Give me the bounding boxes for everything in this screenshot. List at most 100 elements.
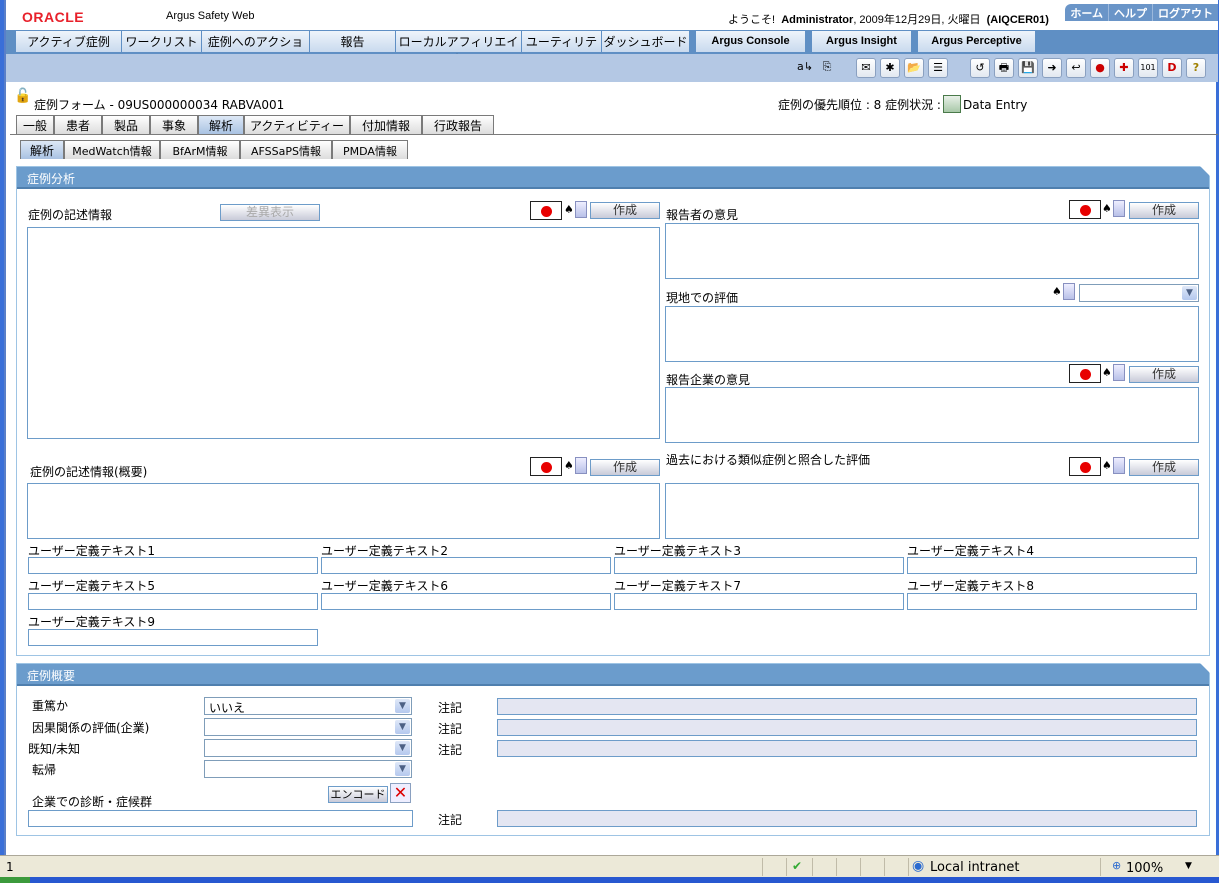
serious-label: 重篤か xyxy=(32,699,69,713)
unlock-icon[interactable]: 🔓 xyxy=(14,88,31,104)
clear-icon[interactable]: ✕ xyxy=(390,783,411,803)
scan-icon[interactable]: ✉ xyxy=(856,58,876,78)
nav-local-affiliate[interactable]: ローカルアフィリエイト xyxy=(396,31,522,66)
binoculars-icon[interactable]: ♠♠ xyxy=(564,201,590,221)
user-text-2-input[interactable] xyxy=(321,557,611,574)
japan-flag-icon[interactable] xyxy=(530,201,562,220)
binoculars-icon[interactable]: ♠♠ xyxy=(1102,364,1128,384)
listedness-note-input[interactable] xyxy=(497,740,1197,757)
return-icon[interactable]: ↩ xyxy=(1066,58,1086,78)
user-text-8-input[interactable] xyxy=(907,593,1197,610)
listedness-select[interactable]: ▼ xyxy=(204,739,412,757)
subtab-analysis[interactable]: 解析 xyxy=(20,140,64,159)
browser-window: ORACLE Argus Safety Web ようこそ! Administra… xyxy=(4,0,1218,855)
zoom-dropdown-icon[interactable]: ▼ xyxy=(1185,861,1192,871)
causality-select[interactable]: ▼ xyxy=(204,718,412,736)
diagnosis-input[interactable] xyxy=(28,810,413,827)
tab-activities[interactable]: アクティビティー xyxy=(244,115,350,134)
narrative-summary-textarea[interactable] xyxy=(27,483,660,539)
outcome-select[interactable]: ▼ xyxy=(204,760,412,778)
medical-review-icon[interactable]: ✚ xyxy=(1114,58,1134,78)
local-eval-select[interactable]: ▼ xyxy=(1079,284,1199,302)
user-text-3-input[interactable] xyxy=(614,557,904,574)
binoculars-icon[interactable]: ♠♠ xyxy=(564,457,590,477)
case-summary-header: 症例概要 xyxy=(17,663,1210,686)
user-text-1-input[interactable] xyxy=(28,557,318,574)
diagnosis-note-input[interactable] xyxy=(497,810,1197,827)
open-case-icon[interactable]: ↺ xyxy=(970,58,990,78)
nav-argus-insight[interactable]: Argus Insight xyxy=(812,31,912,52)
diff-view-button[interactable]: 差異表示 xyxy=(220,204,320,221)
zoom-icon[interactable]: ⊕ xyxy=(1112,859,1121,872)
binoculars-icon[interactable]: ♠♠ xyxy=(1052,283,1078,303)
nav-case-actions[interactable]: 症例へのアクション xyxy=(202,31,310,66)
nav-worklist[interactable]: ワークリスト xyxy=(122,31,202,52)
tab-events[interactable]: 事象 xyxy=(150,115,198,134)
local-eval-label: 現地での評価 xyxy=(666,291,739,305)
causality-label: 因果関係の評価(企業) xyxy=(32,721,150,735)
zoom-level[interactable]: 100% xyxy=(1126,861,1163,876)
user-text-7-input[interactable] xyxy=(614,593,904,610)
user-text-5-input[interactable] xyxy=(28,593,318,610)
reporter-comment-textarea[interactable] xyxy=(665,223,1199,279)
tab-regulatory-reports[interactable]: 行政報告 xyxy=(422,115,494,134)
company-comment-textarea[interactable] xyxy=(665,387,1199,443)
japan-flag-icon[interactable] xyxy=(1069,364,1101,383)
top-links: ホーム ヘルプ ログアウト xyxy=(1065,4,1218,21)
help-icon[interactable]: ? xyxy=(1186,58,1206,78)
page-status-icon[interactable]: ✔ xyxy=(792,859,802,873)
narrative-textarea[interactable] xyxy=(27,227,660,439)
print-icon[interactable]: 🖶 xyxy=(994,58,1014,78)
tab-products[interactable]: 製品 xyxy=(102,115,150,134)
nav-active-cases[interactable]: アクティブ症例 xyxy=(16,31,122,52)
tab-analysis[interactable]: 解析 xyxy=(198,115,244,134)
draft-icon[interactable]: D xyxy=(1162,58,1182,78)
japan-flag-icon[interactable] xyxy=(530,457,562,476)
nav-argus-console[interactable]: Argus Console xyxy=(696,31,806,52)
binoculars-icon[interactable]: ♠♠ xyxy=(1102,200,1128,220)
reporter-create-button[interactable]: 作成 xyxy=(1129,202,1199,219)
japan-flag-icon[interactable] xyxy=(1069,200,1101,219)
home-link[interactable]: ホーム xyxy=(1065,4,1108,21)
user-text-4-input[interactable] xyxy=(907,557,1197,574)
local-eval-textarea[interactable] xyxy=(665,306,1199,362)
narrative-create-button[interactable]: 作成 xyxy=(590,202,660,219)
coding-review-icon[interactable]: 101 xyxy=(1138,58,1158,78)
tab-general[interactable]: 一般 xyxy=(16,115,54,134)
serious-select[interactable]: いいえ ▼ xyxy=(204,697,412,715)
nav-argus-perceptive[interactable]: Argus Perceptive xyxy=(918,31,1036,52)
tab-additional-info[interactable]: 付加情報 xyxy=(350,115,422,134)
list-icon[interactable]: ☰ xyxy=(928,58,948,78)
copy-icon[interactable]: ⎘ xyxy=(817,58,837,78)
subtab-pmda[interactable]: PMDA情報 xyxy=(332,140,408,159)
narrative-summary-create-button[interactable]: 作成 xyxy=(590,459,660,476)
user-text-9-input[interactable] xyxy=(28,629,318,646)
binoculars-icon[interactable]: ♠♠ xyxy=(1102,457,1128,477)
lock-icon[interactable]: ● xyxy=(1090,58,1110,78)
serious-note-input[interactable] xyxy=(497,698,1197,715)
subtab-medwatch[interactable]: MedWatch情報 xyxy=(64,140,160,159)
translate-icon[interactable]: a↳ xyxy=(795,58,815,78)
encode-button[interactable]: エンコード xyxy=(328,786,388,803)
tab-patient[interactable]: 患者 xyxy=(54,115,102,134)
nav-dashboard[interactable]: ダッシュボード xyxy=(602,31,690,52)
causality-note-input[interactable] xyxy=(497,719,1197,736)
start-button[interactable] xyxy=(0,877,30,883)
user-text-6-input[interactable] xyxy=(321,593,611,610)
subtab-afssaps[interactable]: AFSSaPS情報 xyxy=(240,140,332,159)
logout-link[interactable]: ログアウト xyxy=(1152,4,1218,21)
nav-reports[interactable]: 報告 xyxy=(310,31,396,52)
new-case-icon[interactable]: ✱ xyxy=(880,58,900,78)
nav-utilities[interactable]: ユーティリティ xyxy=(522,31,602,66)
analysis-subtabs: 解析 MedWatch情報 BfArM情報 AFSSaPS情報 PMDA情報 xyxy=(20,140,408,159)
past-eval-create-button[interactable]: 作成 xyxy=(1129,459,1199,476)
forward-icon[interactable]: ➜ xyxy=(1042,58,1062,78)
listedness-note-label: 注記 xyxy=(438,743,463,757)
company-create-button[interactable]: 作成 xyxy=(1129,366,1199,383)
japan-flag-icon[interactable] xyxy=(1069,457,1101,476)
past-eval-textarea[interactable] xyxy=(665,483,1199,539)
subtab-bfarm[interactable]: BfArM情報 xyxy=(160,140,240,159)
save-icon[interactable]: 💾 xyxy=(1018,58,1038,78)
help-link[interactable]: ヘルプ xyxy=(1108,4,1152,21)
open-folder-icon[interactable]: 📂 xyxy=(904,58,924,78)
